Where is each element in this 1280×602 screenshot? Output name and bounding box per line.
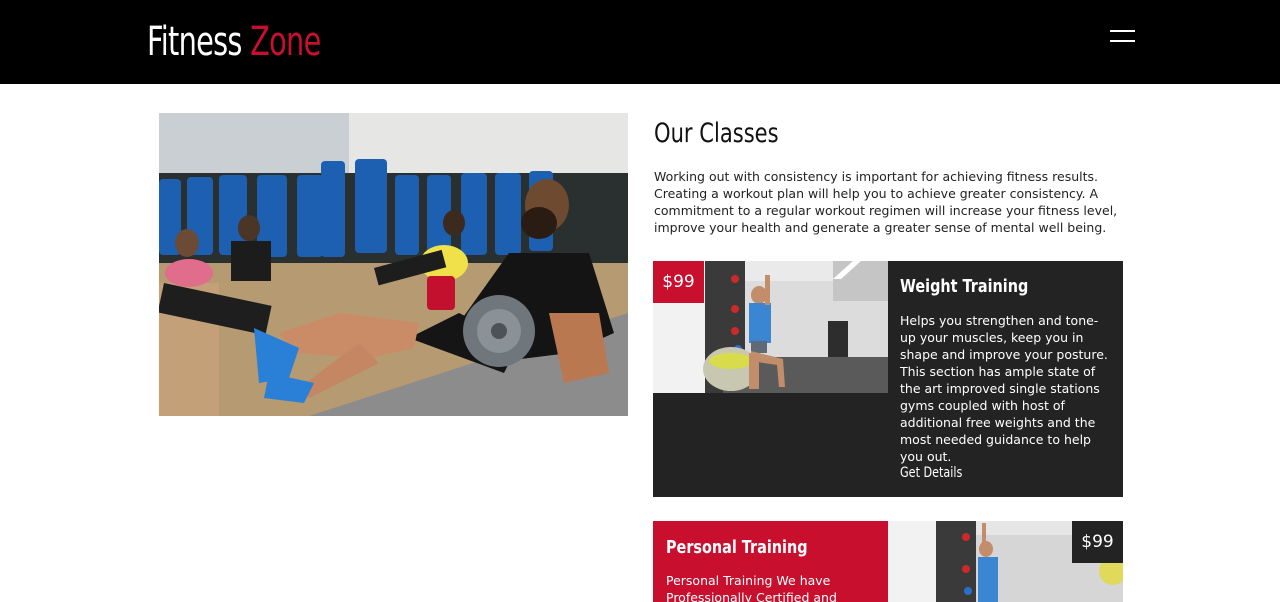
site-logo[interactable]: Fitness Zone	[147, 16, 321, 68]
hero-image	[159, 113, 628, 416]
class-title: Weight Training	[900, 276, 1029, 297]
class-description: Helps you strengthen and tone-up your mu…	[900, 313, 1108, 464]
price-badge: $99	[653, 261, 704, 303]
section-intro: Working out with consistency is importan…	[654, 169, 1118, 235]
hamburger-menu-icon[interactable]	[1106, 27, 1138, 47]
logo-text-zone: Zone	[250, 19, 321, 65]
price-badge: $99	[1072, 521, 1123, 563]
logo-text-fitness: Fitness	[147, 19, 242, 65]
class-title: Personal Training	[666, 537, 808, 558]
class-card-weight-training: $99 Weight Training Helps you strengthen…	[653, 261, 1123, 497]
site-header: Fitness Zone	[0, 0, 1280, 84]
section-title: Our Classes	[654, 118, 779, 149]
class-description: Personal Training We have Professionally…	[666, 573, 837, 602]
class-info-panel: Personal Training Personal Training We h…	[653, 521, 888, 602]
class-card-personal-training: Personal Training Personal Training We h…	[653, 521, 1123, 602]
get-details-link[interactable]: Get Details	[900, 463, 962, 483]
